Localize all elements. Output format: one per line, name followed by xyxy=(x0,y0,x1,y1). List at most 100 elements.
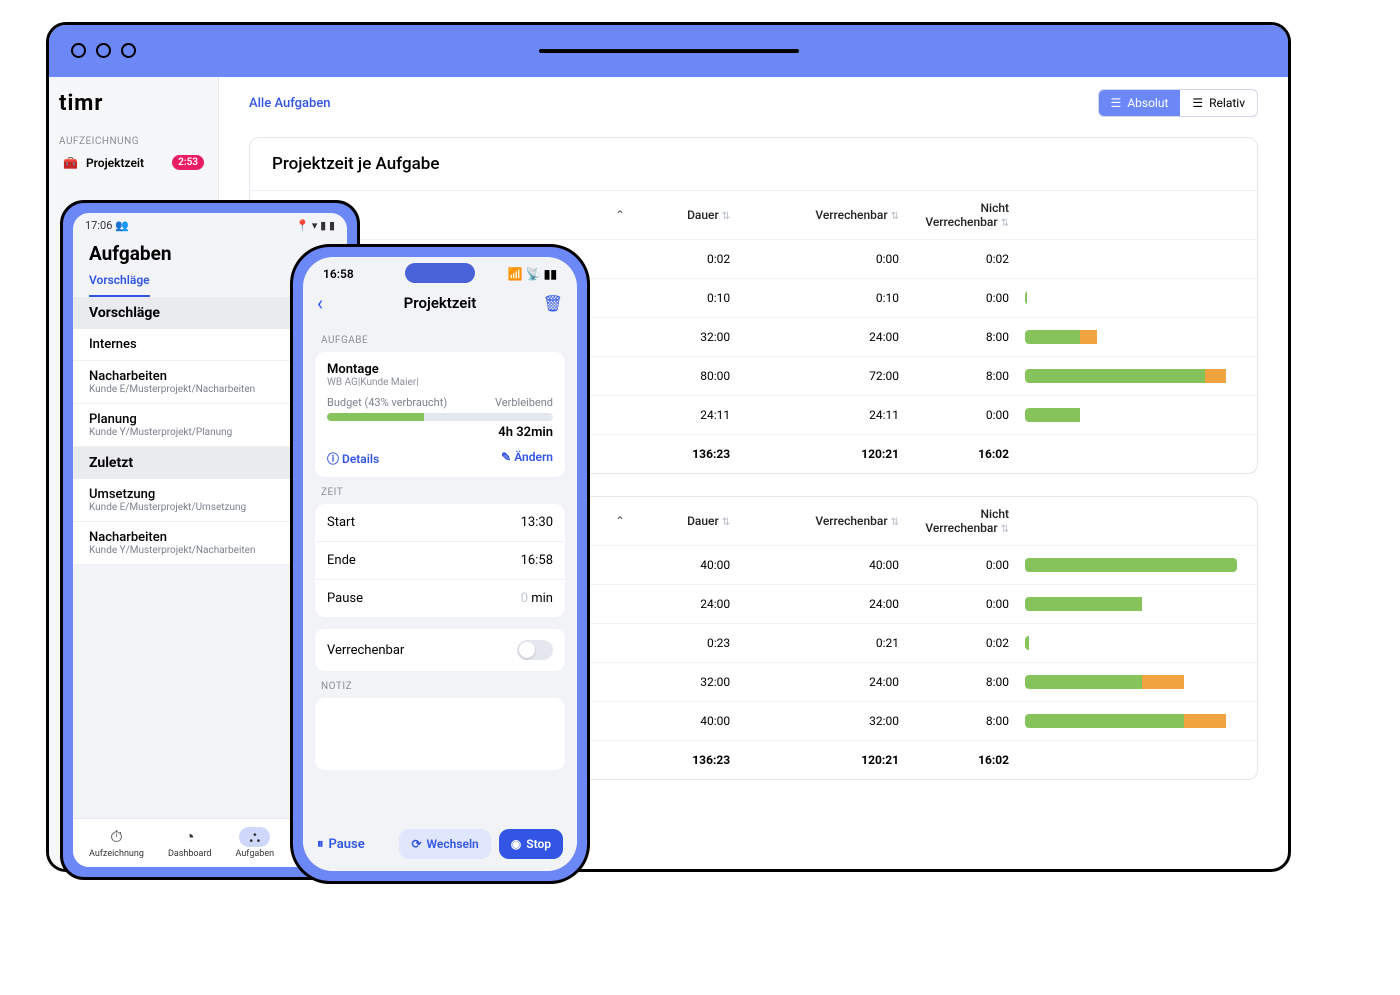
iphone-navbar: ‹ Projektzeit 🗑 xyxy=(303,285,577,321)
col-verrechenbar[interactable]: Verrechenbar⇅ xyxy=(738,191,907,240)
task-card[interactable]: Montage WB AG|Kunde Maier| Budget (43% v… xyxy=(315,352,565,477)
section-aufgabe: AUFGABE xyxy=(321,335,559,346)
wifi-icon: ▾ xyxy=(312,219,318,232)
view-toggle: ☰ Absolut ☰ Relativ xyxy=(1098,89,1258,117)
expand-icon[interactable]: ⌃ xyxy=(610,208,630,222)
total-nicht: 16:02 xyxy=(907,435,1017,474)
ende-row[interactable]: Ende 16:58 xyxy=(315,542,565,580)
pause-icon: ⏸ xyxy=(317,837,324,852)
status-time: 17:06 xyxy=(85,219,112,232)
window-drag-handle[interactable] xyxy=(539,49,799,53)
toggle-relativ[interactable]: ☰ Relativ xyxy=(1180,90,1257,116)
cell-dauer: 80:00 xyxy=(638,357,738,396)
nav-label: Dashboard xyxy=(168,849,212,859)
sort-icon: ⇅ xyxy=(1001,524,1009,535)
col-nicht-verrechenbar[interactable]: Nicht Verrechenbar⇅ xyxy=(907,191,1017,240)
start-row[interactable]: Start 13:30 xyxy=(315,504,565,542)
duration-badge: 2:53 xyxy=(172,155,204,170)
cell-dauer: 40:00 xyxy=(638,546,738,585)
cell-nicht: 8:00 xyxy=(907,702,1017,741)
cell-nicht: 0:00 xyxy=(907,585,1017,624)
cell-dauer: 32:00 xyxy=(638,318,738,357)
logo: timr xyxy=(59,91,208,116)
android-statusbar: 17:06 👥 📍 ▾ ▮ ▮ xyxy=(73,213,347,238)
total-nicht: 16:02 xyxy=(907,741,1017,780)
cell-bar xyxy=(1017,318,1257,357)
pie-icon: ◔ xyxy=(175,827,205,847)
cell-verr: 0:10 xyxy=(738,279,907,318)
cell-verr: 24:00 xyxy=(738,663,907,702)
swap-icon: ⟳ xyxy=(411,837,421,851)
nav-dashboard[interactable]: ◔ Dashboard xyxy=(168,827,212,859)
switch-button[interactable]: ⟳ Wechseln xyxy=(399,829,490,859)
pause-button[interactable]: ⏸ Pause xyxy=(317,837,365,852)
page-title: Projektzeit xyxy=(404,294,477,312)
sort-icon: ⇅ xyxy=(1001,218,1009,229)
cell-nicht: 0:02 xyxy=(907,624,1017,663)
edit-link[interactable]: ✎ Ändern xyxy=(501,450,553,467)
tree-icon: ⛬ xyxy=(239,827,270,847)
unit: min xyxy=(531,591,553,606)
details-link[interactable]: ⓘ Details xyxy=(327,450,379,467)
cell-nicht: 8:00 xyxy=(907,318,1017,357)
table-head: ⌃ Dauer⇅ Verrechenbar⇅ Nicht Verrechenba… xyxy=(250,191,1257,240)
toggle-absolut[interactable]: ☰ Absolut xyxy=(1099,90,1181,116)
sort-icon: ⇅ xyxy=(722,211,730,222)
sidebar-item-projektzeit[interactable]: 🧰 Projektzeit 2:53 xyxy=(59,147,208,178)
col-nicht-verrechenbar[interactable]: Nicht Verrechenbar⇅ xyxy=(907,497,1017,546)
back-button[interactable]: ‹ xyxy=(317,291,323,315)
sidebar-item-label: Projektzeit xyxy=(86,156,144,170)
window-controls[interactable] xyxy=(71,43,136,58)
col-verrechenbar[interactable]: Verrechenbar⇅ xyxy=(738,497,907,546)
wifi-icon: 📡 xyxy=(526,267,541,281)
cell-verr: 32:00 xyxy=(738,702,907,741)
value: 0 xyxy=(521,591,528,606)
label: Pause xyxy=(327,591,363,606)
nav-aufzeichnung[interactable]: ⏱ Aufzeichnung xyxy=(89,827,144,859)
delete-button[interactable]: 🗑 xyxy=(543,294,563,313)
remaining-label: Verbleibend xyxy=(495,396,553,409)
toggle-label: Absolut xyxy=(1127,96,1168,110)
battery-icon: ▮ xyxy=(329,219,335,232)
cell-verr: 40:00 xyxy=(738,546,907,585)
briefcase-icon: 🧰 xyxy=(63,156,78,170)
nav-aufgaben[interactable]: ⛬ Aufgaben xyxy=(236,827,275,859)
iphone-action-bar: ⏸ Pause ⟳ Wechseln ◉ Stop xyxy=(303,817,577,871)
stop-button[interactable]: ◉ Stop xyxy=(499,829,563,859)
breadcrumb[interactable]: Alle Aufgaben xyxy=(249,96,331,111)
location-icon: 📍 xyxy=(295,219,309,232)
pause-row[interactable]: Pause 0 min xyxy=(315,580,565,617)
remaining-value: 4h 32min xyxy=(327,425,553,440)
cell-bar xyxy=(1017,279,1257,318)
value: 13:30 xyxy=(521,515,553,530)
label: Wechseln xyxy=(427,837,479,851)
cell-nicht: 0:00 xyxy=(907,546,1017,585)
label: Start xyxy=(327,515,355,530)
signal-icon: 📶 xyxy=(508,267,523,281)
stop-icon: ◉ xyxy=(511,837,521,851)
cell-bar xyxy=(1017,396,1257,435)
signal-icon: ▮ xyxy=(320,219,326,232)
info-icon: ⓘ xyxy=(327,452,339,466)
cell-dauer: 32:00 xyxy=(638,663,738,702)
topbar: Alle Aufgaben ☰ Absolut ☰ Relativ xyxy=(249,89,1258,117)
bars-icon: ☰ xyxy=(1192,96,1203,110)
task-name: Montage xyxy=(327,362,553,377)
pencil-icon: ✎ xyxy=(501,450,511,464)
battery-icon: ▮▮ xyxy=(544,267,557,281)
billable-switch[interactable] xyxy=(517,640,553,660)
cell-bar xyxy=(1017,240,1257,279)
section-notiz: NOTIZ xyxy=(321,681,559,692)
expand-icon[interactable]: ⌃ xyxy=(610,514,630,528)
budget-label: Budget (43% verbraucht) xyxy=(327,396,447,409)
total-verr: 120:21 xyxy=(738,435,907,474)
sidebar-section: AUFZEICHNUNG xyxy=(59,136,208,147)
nav-label: Aufgaben xyxy=(236,849,275,859)
note-input[interactable] xyxy=(315,698,565,770)
col-dauer[interactable]: Dauer⇅ xyxy=(638,497,738,546)
tab-vorschlaege[interactable]: Vorschläge xyxy=(89,273,150,297)
section-zeit: ZEIT xyxy=(321,487,559,498)
cell-bar xyxy=(1017,585,1257,624)
label: Ende xyxy=(327,553,356,568)
col-dauer[interactable]: Dauer⇅ xyxy=(638,191,738,240)
